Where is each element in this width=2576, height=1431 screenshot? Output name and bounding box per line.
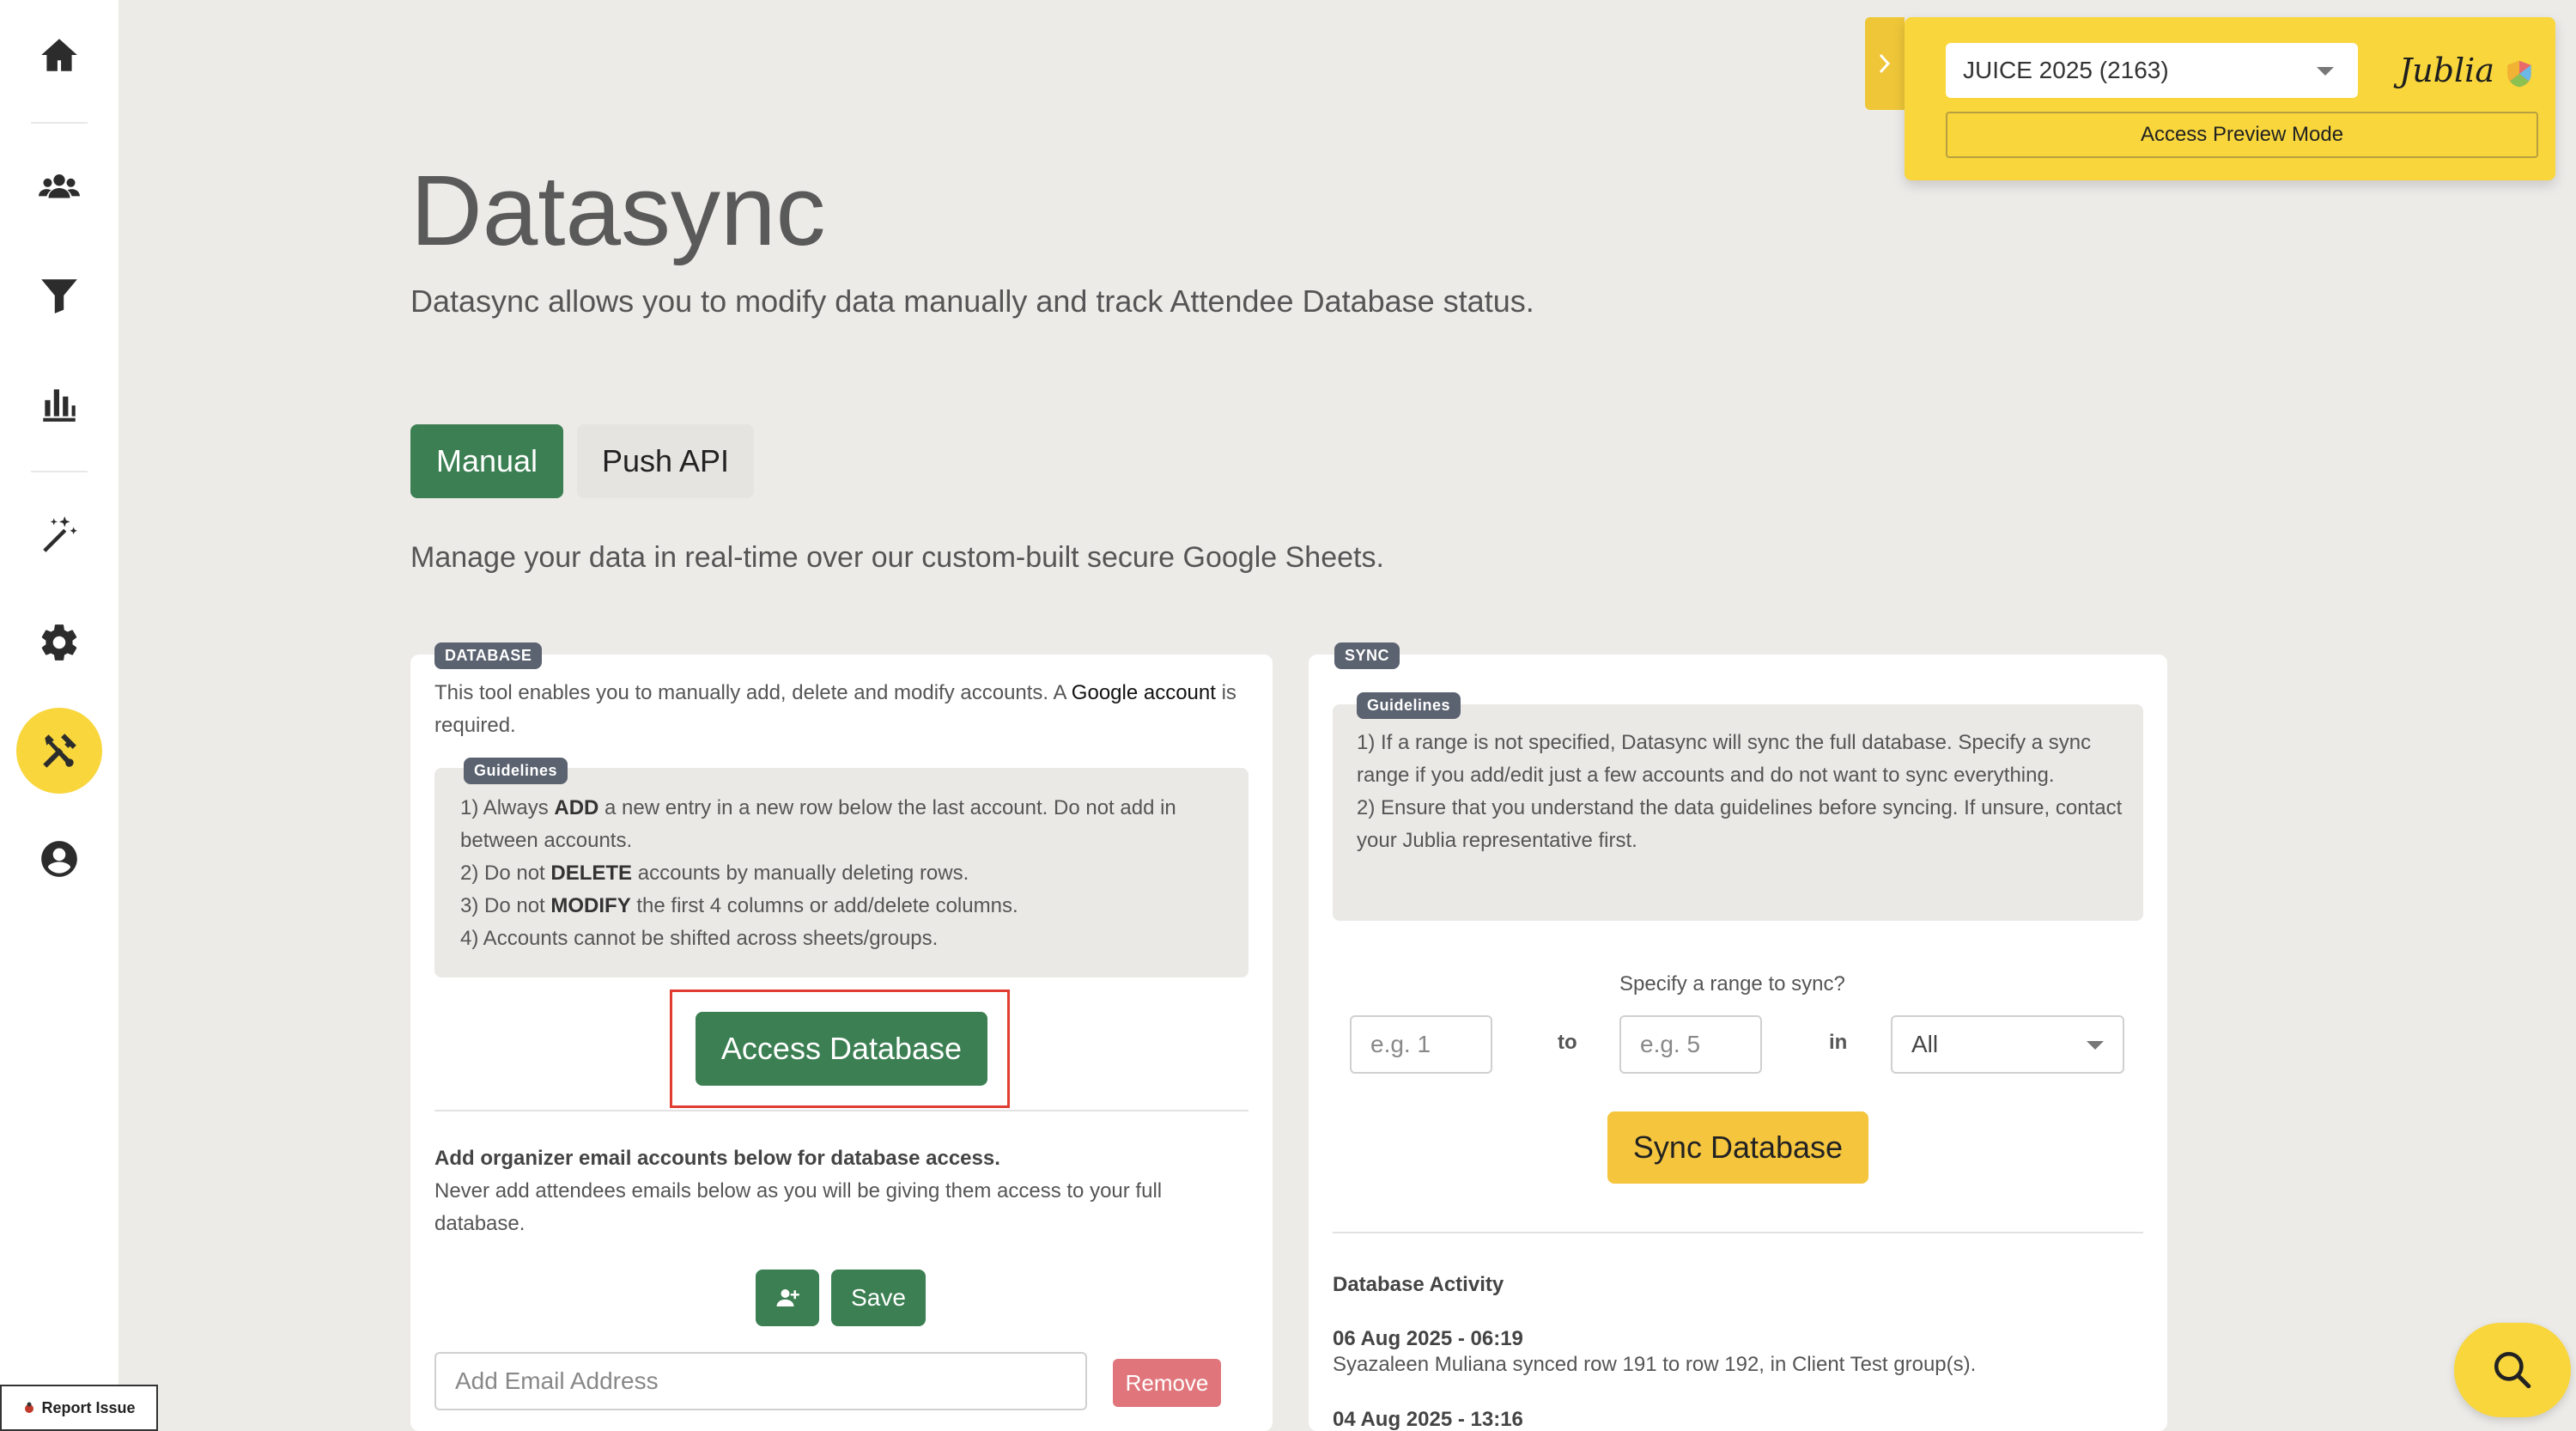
range-to-label: to	[1558, 1031, 1577, 1054]
chevron-right-icon	[1879, 53, 1891, 74]
range-in-label: in	[1829, 1031, 1848, 1054]
sidebar	[0, 0, 118, 1431]
database-intro-text: This tool enables you to manually add, d…	[434, 681, 1072, 704]
people-icon[interactable]	[16, 144, 102, 230]
add-user-button[interactable]	[756, 1270, 819, 1326]
guideline-item: 1) Always ADD a new entry in a new row b…	[460, 796, 1176, 852]
sync-guidelines-box: 1) If a range is not specified, Datasync…	[1333, 704, 2143, 921]
range-from-input[interactable]: e.g. 1	[1350, 1015, 1492, 1074]
search-button[interactable]	[2454, 1323, 2571, 1417]
page-title: Datasync	[410, 155, 826, 266]
email-field[interactable]: Add Email Address	[434, 1352, 1087, 1410]
tools-icon[interactable]	[16, 708, 102, 794]
remove-button[interactable]: Remove	[1113, 1359, 1221, 1407]
tab-push-api[interactable]: Push API	[577, 424, 754, 498]
add-user-icon	[776, 1289, 799, 1306]
gear-icon[interactable]	[16, 600, 102, 685]
tab-manual[interactable]: Manual	[410, 424, 563, 498]
activity-timestamp: 04 Aug 2025 - 13:16	[1333, 1408, 1523, 1431]
event-select-value: JUICE 2025 (2163)	[1963, 57, 2169, 83]
organizer-warning: Never add attendees emails below as you …	[434, 1179, 1163, 1235]
activity-item: 04 Aug 2025 - 13:16	[1333, 1407, 2143, 1431]
divider	[434, 1110, 1249, 1111]
database-guidelines-list: 1) Always ADD a new entry in a new row b…	[460, 792, 1233, 955]
group-select[interactable]: All	[1891, 1015, 2124, 1074]
event-panel: JUICE 2025 (2163) Jublia Access Preview …	[1905, 17, 2555, 180]
sync-guidelines-list: 1) If a range is not specified, Datasync…	[1357, 727, 2129, 857]
save-button[interactable]: Save	[831, 1270, 926, 1326]
guideline-item: 1) If a range is not specified, Datasync…	[1357, 731, 2092, 787]
divider	[1333, 1232, 2143, 1233]
page-subtitle: Datasync allows you to modify data manua…	[410, 283, 1534, 319]
activity-timestamp: 06 Aug 2025 - 06:19	[1333, 1327, 1523, 1350]
group-select-value: All	[1911, 1031, 1939, 1057]
organizer-info: Add organizer email accounts below for d…	[434, 1142, 1250, 1240]
sync-card: 1) If a range is not specified, Datasync…	[1309, 655, 2167, 1431]
report-issue-label: Report Issue	[41, 1398, 136, 1416]
nav-divider	[31, 471, 88, 472]
search-icon	[2494, 1351, 2531, 1389]
report-issue-button[interactable]: Report Issue	[0, 1385, 158, 1431]
access-preview-mode-button[interactable]: Access Preview Mode	[1946, 112, 2538, 158]
chevron-down-icon	[2317, 67, 2334, 76]
range-label: Specify a range to sync?	[1619, 972, 1845, 996]
guideline-item: 4) Accounts cannot be shifted across she…	[460, 927, 939, 950]
panel-collapse-toggle[interactable]	[1865, 17, 1905, 110]
sync-badge: SYNC	[1334, 642, 1400, 669]
event-select[interactable]: JUICE 2025 (2163)	[1946, 43, 2358, 98]
home-icon[interactable]	[16, 12, 102, 98]
google-account-link[interactable]: Google account	[1072, 681, 1216, 704]
database-badge: DATABASE	[434, 642, 543, 669]
tab-description: Manage your data in real-time over our c…	[410, 541, 1384, 574]
database-guidelines-box: 1) Always ADD a new entry in a new row b…	[434, 768, 1249, 977]
guideline-item: 3) Do not MODIFY the first 4 columns or …	[460, 894, 1018, 917]
bar-chart-icon[interactable]	[16, 361, 102, 447]
chevron-down-icon	[2087, 1041, 2104, 1050]
account-circle-icon[interactable]	[16, 816, 102, 902]
funnel-icon[interactable]	[16, 253, 102, 338]
range-to-input[interactable]: e.g. 5	[1619, 1015, 1762, 1074]
sync-guidelines-badge: Guidelines	[1357, 692, 1461, 719]
activity-title: Database Activity	[1333, 1273, 1504, 1296]
nav-divider	[31, 122, 88, 124]
brand-name: Jublia	[2399, 52, 2494, 89]
guideline-item: 2) Ensure that you understand the data g…	[1357, 796, 2123, 852]
database-intro: This tool enables you to manually add, d…	[434, 677, 1250, 742]
access-database-button[interactable]: Access Database	[696, 1012, 987, 1086]
activity-item: 06 Aug 2025 - 06:19 Syazaleen Muliana sy…	[1333, 1326, 2143, 1378]
guideline-item: 2) Do not DELETE accounts by manually de…	[460, 862, 969, 885]
database-guidelines-badge: Guidelines	[464, 758, 568, 784]
activity-text: Syazaleen Muliana synced row 191 to row …	[1333, 1353, 1977, 1376]
sync-database-button[interactable]: Sync Database	[1607, 1111, 1868, 1184]
jublia-logo: Jublia	[2399, 52, 2534, 89]
organizer-heading: Add organizer email accounts below for d…	[434, 1147, 1000, 1170]
brand-shield-icon	[2507, 60, 2531, 87]
magic-wand-icon[interactable]	[16, 491, 102, 577]
bug-icon	[25, 1402, 34, 1413]
